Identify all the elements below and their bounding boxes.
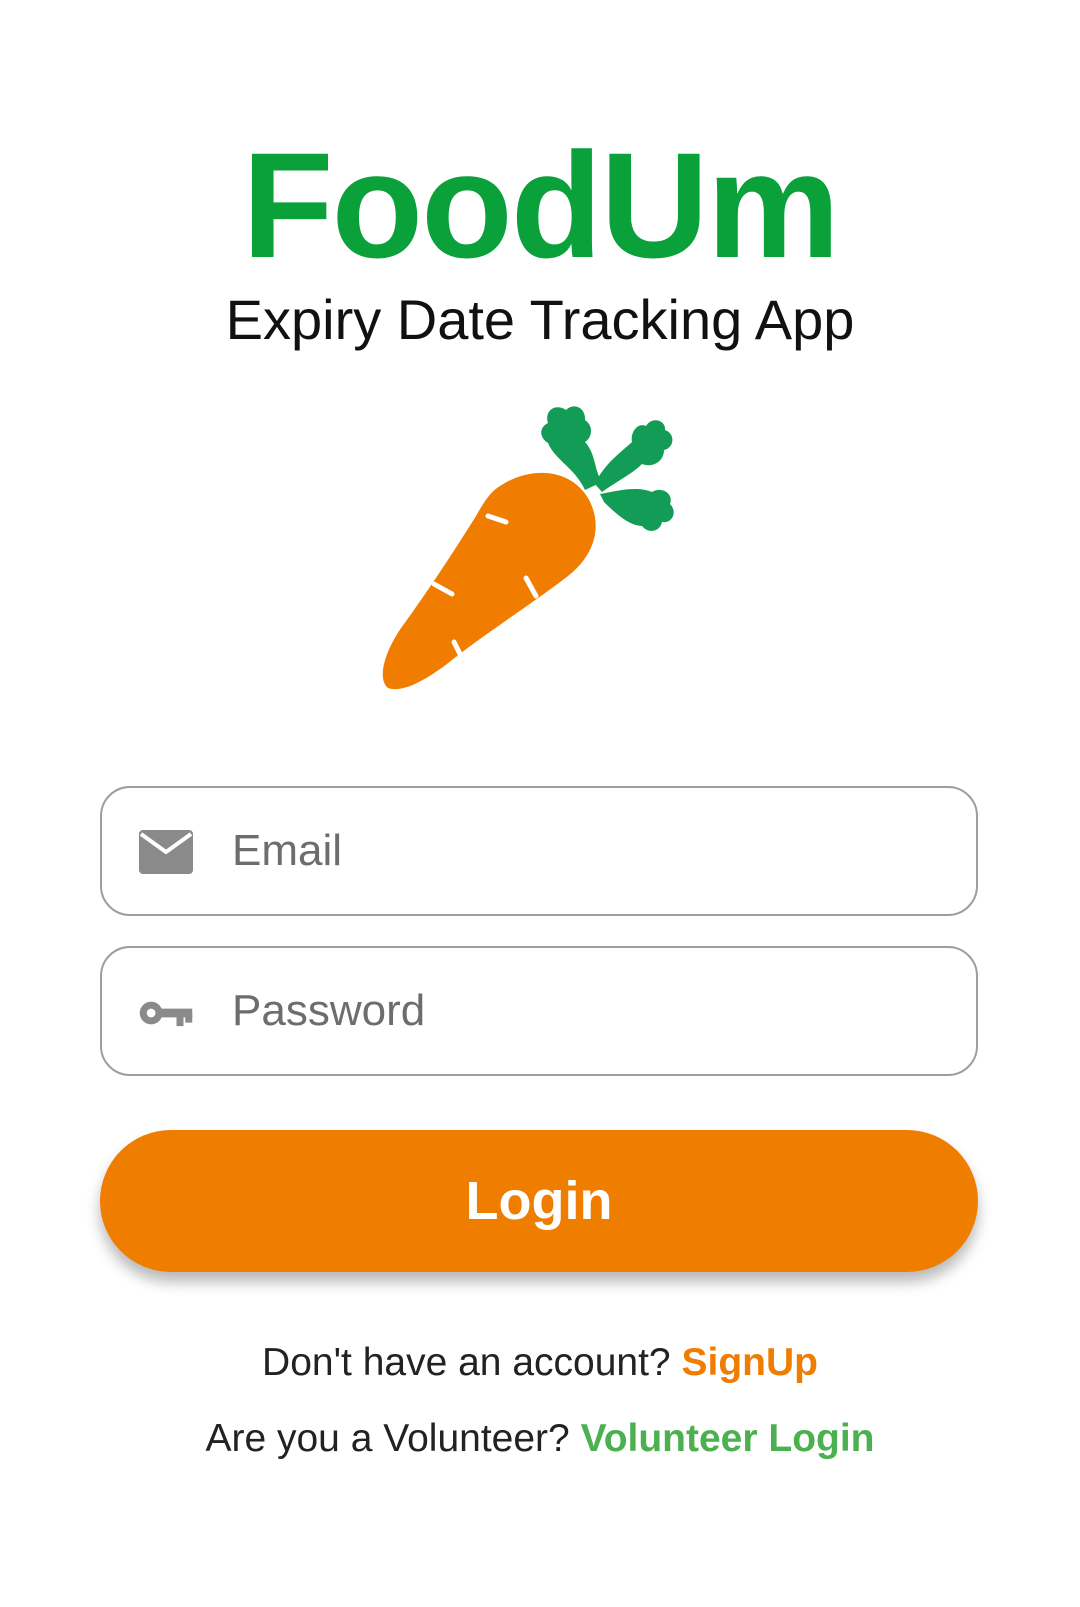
- email-field: [100, 786, 978, 916]
- volunteer-prompt-line: Are you a Volunteer? Volunteer Login: [0, 1416, 1080, 1462]
- signup-link[interactable]: SignUp: [681, 1341, 817, 1384]
- key-icon: [139, 1001, 193, 1027]
- volunteer-prompt-text: Are you a Volunteer?: [205, 1417, 570, 1460]
- signup-prompt-line: Don't have an account? SignUp: [0, 1340, 1080, 1386]
- app-title: FoodUm: [241, 121, 840, 289]
- login-button[interactable]: Login: [100, 1130, 978, 1272]
- carrot-icon: [382, 406, 674, 690]
- mail-icon: [139, 830, 193, 874]
- signup-prompt-text: Don't have an account?: [262, 1341, 671, 1384]
- app-subtitle: Expiry Date Tracking App: [225, 288, 855, 351]
- password-input[interactable]: [232, 948, 952, 1074]
- email-input[interactable]: [232, 788, 952, 914]
- password-field: [100, 946, 978, 1076]
- volunteer-login-link[interactable]: Volunteer Login: [581, 1417, 875, 1460]
